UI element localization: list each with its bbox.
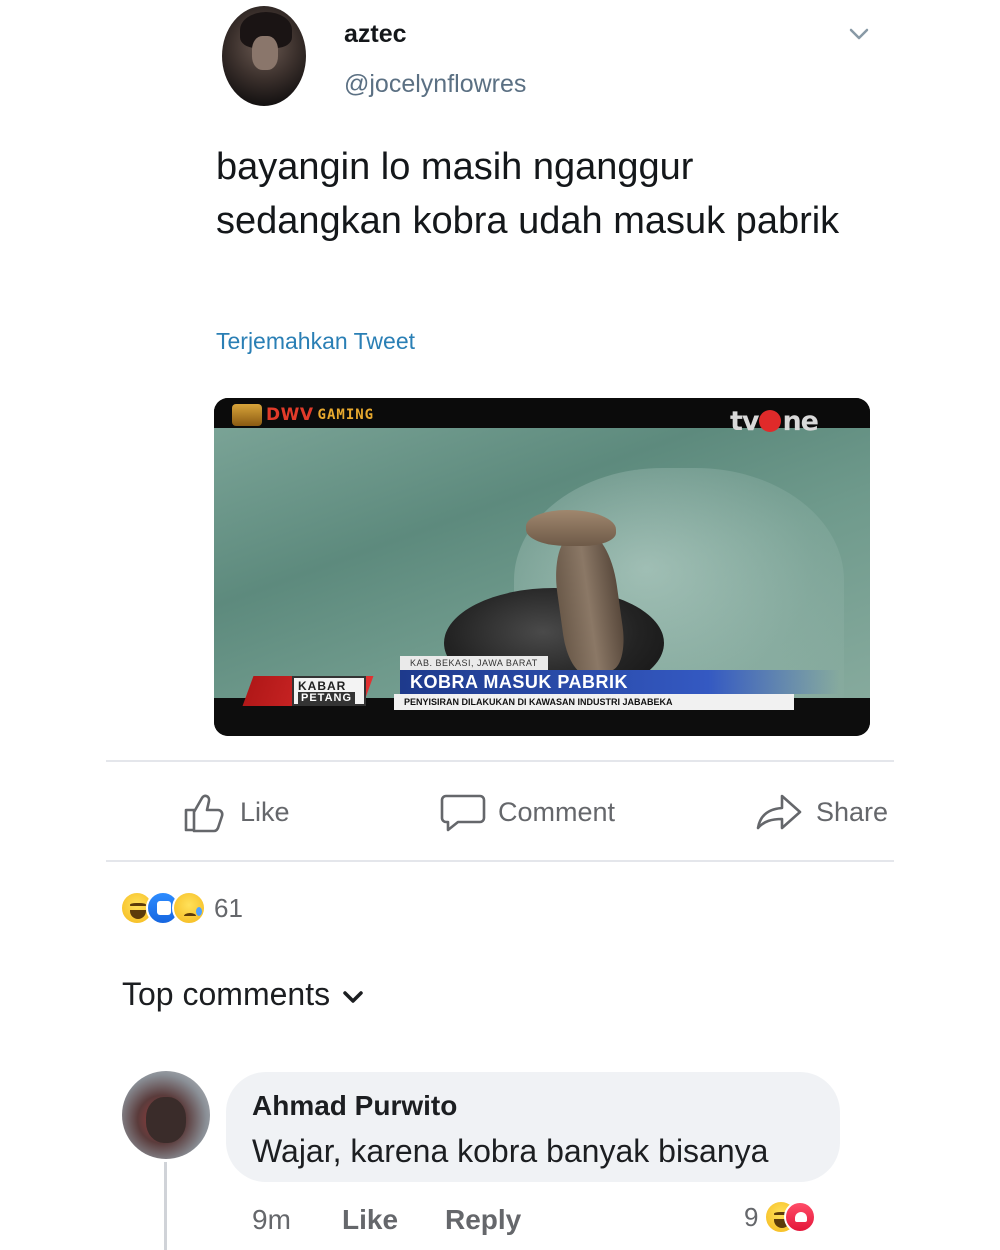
watermark-dwv: DWV [266, 405, 314, 425]
tweet-author-avatar[interactable] [222, 6, 306, 106]
chevron-down-icon[interactable] [846, 24, 872, 44]
show-tag-top: KABAR [298, 679, 347, 693]
avatar-figure [146, 1097, 186, 1143]
comment-reply-button[interactable]: Reply [445, 1204, 521, 1236]
watermark-gaming: GAMING [317, 407, 375, 423]
comment-button[interactable]: Comment [440, 790, 615, 834]
show-tag-bottom: PETANG [298, 692, 356, 704]
thumbs-up-icon [182, 790, 228, 834]
share-label: Share [816, 796, 889, 827]
commenter-avatar[interactable] [122, 1071, 210, 1159]
share-arrow-icon [754, 790, 804, 834]
comment-time[interactable]: 9m [252, 1204, 291, 1236]
tv-logo-left: tv [729, 406, 759, 437]
reply-thread-line [164, 1162, 167, 1250]
like-label: Like [240, 796, 290, 827]
like-button[interactable]: Like [182, 790, 290, 834]
news-headline: KOBRA MASUK PABRIK [400, 670, 840, 694]
news-subheadline: PENYISIRAN DILAKUKAN DI KAWASAN INDUSTRI… [394, 694, 794, 710]
comment-reactions[interactable]: 9 [744, 1200, 817, 1234]
translate-tweet-link[interactable]: Terjemahkan Tweet [216, 328, 415, 355]
share-button[interactable]: Share [754, 790, 888, 834]
tweet-handle[interactable]: @jocelynflowres [344, 70, 526, 99]
commenter-name[interactable]: Ahmad Purwito [252, 1090, 457, 1122]
top-comments-label: Top comments [122, 976, 331, 1012]
comment-reaction-count: 9 [744, 1201, 759, 1232]
tvone-logo: tv ne [729, 406, 819, 437]
reaction-summary[interactable]: 61 [120, 890, 243, 926]
news-location: KAB. BEKASI, JAWA BARAT [400, 656, 548, 670]
reaction-count: 61 [214, 892, 243, 923]
chevron-down-icon [342, 976, 364, 1013]
divider-top [106, 760, 894, 762]
show-tag: KABAR PETANG [292, 676, 366, 706]
divider-bottom [106, 860, 894, 862]
love-reaction-icon [784, 1201, 817, 1233]
top-comments-selector[interactable]: Top comments [122, 976, 364, 1013]
tweet-text: bayangin lo masih nganggur sedangkan kob… [216, 146, 840, 242]
comment-bubble-icon [440, 790, 486, 834]
tweet-display-name[interactable]: aztec [344, 20, 407, 49]
cobra-head [526, 510, 616, 546]
dwv-gaming-watermark: DWV GAMING [232, 404, 374, 426]
avatar-face [252, 36, 278, 70]
comment-text: Wajar, karena kobra banyak bisanya [252, 1133, 769, 1169]
comment-like-button[interactable]: Like [342, 1204, 398, 1236]
tweet-media-image[interactable]: DWV GAMING tv ne KABAR PETANG KAB. BEKASI… [214, 398, 870, 736]
tv-logo-right: ne [782, 406, 819, 437]
sad-reaction-icon [172, 891, 206, 925]
crown-crest-icon [232, 404, 262, 426]
tv-logo-circle-icon [759, 410, 782, 432]
comment-label: Comment [498, 796, 616, 827]
news-lower-third: KABAR PETANG KAB. BEKASI, JAWA BARAT KOB… [214, 656, 870, 716]
tweet-card: aztec @jocelynflowres bayangin lo masih … [0, 0, 1000, 760]
